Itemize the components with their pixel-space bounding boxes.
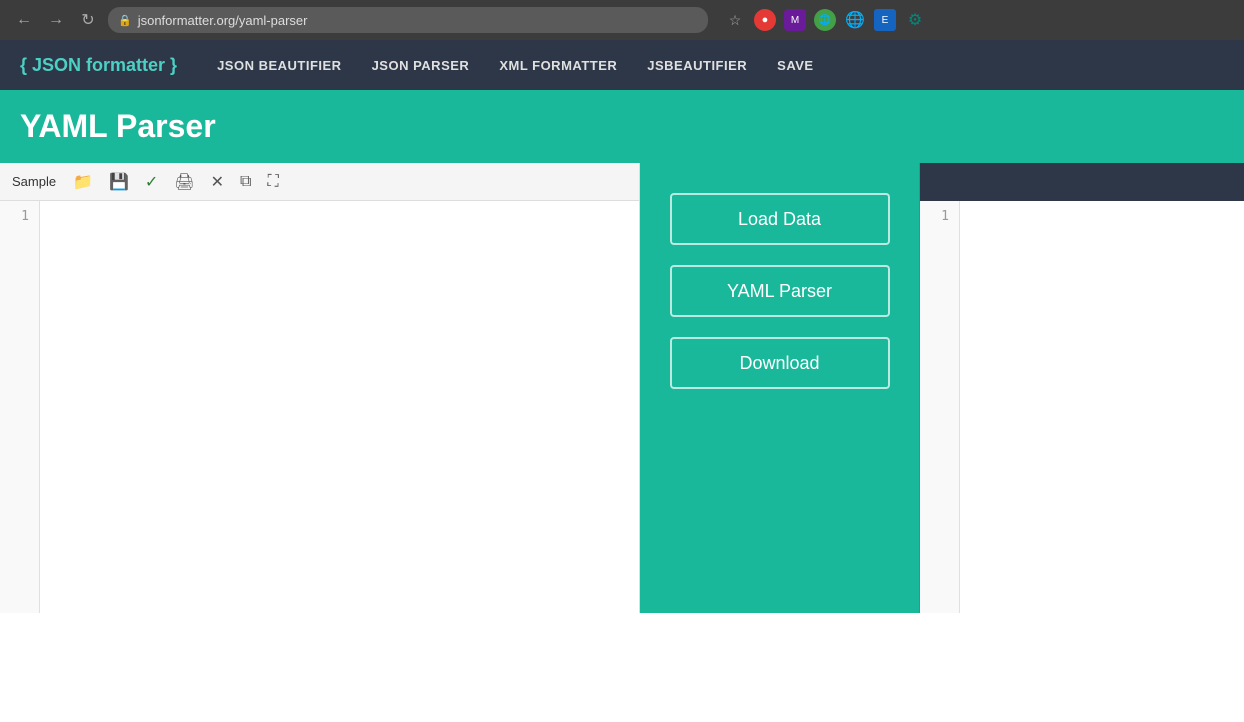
ext-icon-5[interactable]: E	[874, 9, 896, 31]
address-bar[interactable]: 🔒 jsonformatter.org/yaml-parser	[108, 7, 708, 33]
open-file-icon[interactable]: 📁	[70, 170, 96, 194]
nav-json-parser[interactable]: JSON PARSER	[372, 58, 470, 73]
nav-json-beautifier[interactable]: JSON BEAUTIFIER	[217, 58, 342, 73]
sample-label: Sample	[12, 174, 56, 189]
action-panel: Load Data YAML Parser Download	[640, 163, 920, 613]
save-icon[interactable]: 💾	[106, 170, 132, 194]
reload-button[interactable]: ↻	[76, 8, 100, 32]
url-text: jsonformatter.org/yaml-parser	[138, 13, 308, 28]
nav-xml-formatter[interactable]: XML FORMATTER	[499, 58, 617, 73]
output-toolbar	[920, 163, 1244, 201]
copy-icon[interactable]: ⧉	[237, 171, 254, 193]
output-content	[960, 201, 1244, 613]
main-content: Sample 📁 💾 ✓ 🖨 ✕ ⧉ ⛶ 1 Load Data YAML Pa…	[0, 163, 1244, 613]
page-title-bar: YAML Parser	[0, 90, 1244, 163]
validate-icon[interactable]: ✓	[142, 170, 161, 194]
ext-icon-2[interactable]: M	[784, 9, 806, 31]
output-line-number-1: 1	[930, 209, 949, 224]
back-button[interactable]: ←	[12, 8, 36, 32]
ext-icon-6[interactable]: ⚙	[904, 9, 926, 31]
site-header: { JSON formatter } JSON BEAUTIFIER JSON …	[0, 40, 1244, 90]
ext-icon-3[interactable]: 🌐	[814, 9, 836, 31]
page-title: YAML Parser	[20, 108, 1224, 145]
editor-area: 1	[0, 201, 639, 613]
nav-save[interactable]: SAVE	[777, 58, 813, 73]
secure-icon: 🔒	[118, 14, 132, 27]
browser-actions: ☆ ● M 🌐 🌐 E ⚙	[724, 9, 926, 31]
logo-suffix: formatter }	[86, 55, 177, 75]
download-button[interactable]: Download	[670, 337, 890, 389]
editor-panel: Sample 📁 💾 ✓ 🖨 ✕ ⧉ ⛶ 1	[0, 163, 640, 613]
logo-prefix: { JSON	[20, 55, 86, 75]
output-line-numbers: 1	[920, 201, 960, 613]
ext-icon-4[interactable]: 🌐	[844, 9, 866, 31]
editor-line-numbers: 1	[0, 201, 40, 613]
ext-icon-1[interactable]: ●	[754, 9, 776, 31]
yaml-parser-button[interactable]: YAML Parser	[670, 265, 890, 317]
bookmark-icon[interactable]: ☆	[724, 9, 746, 31]
load-data-button[interactable]: Load Data	[670, 193, 890, 245]
print-icon[interactable]: 🖨	[171, 170, 197, 194]
fullscreen-icon[interactable]: ⛶	[264, 171, 281, 193]
browser-chrome: ← → ↻ 🔒 jsonformatter.org/yaml-parser ☆ …	[0, 0, 1244, 40]
editor-toolbar: Sample 📁 💾 ✓ 🖨 ✕ ⧉ ⛶	[0, 163, 639, 201]
clear-icon[interactable]: ✕	[208, 170, 227, 194]
line-number-1: 1	[10, 209, 29, 224]
output-panel: 1	[920, 163, 1244, 613]
output-area: 1	[920, 201, 1244, 613]
nav-jsbeautifier[interactable]: JSBEAUTIFIER	[647, 58, 747, 73]
main-nav: JSON BEAUTIFIER JSON PARSER XML FORMATTE…	[217, 58, 814, 73]
yaml-input[interactable]	[40, 201, 639, 613]
forward-button[interactable]: →	[44, 8, 68, 32]
logo[interactable]: { JSON formatter }	[20, 55, 177, 76]
